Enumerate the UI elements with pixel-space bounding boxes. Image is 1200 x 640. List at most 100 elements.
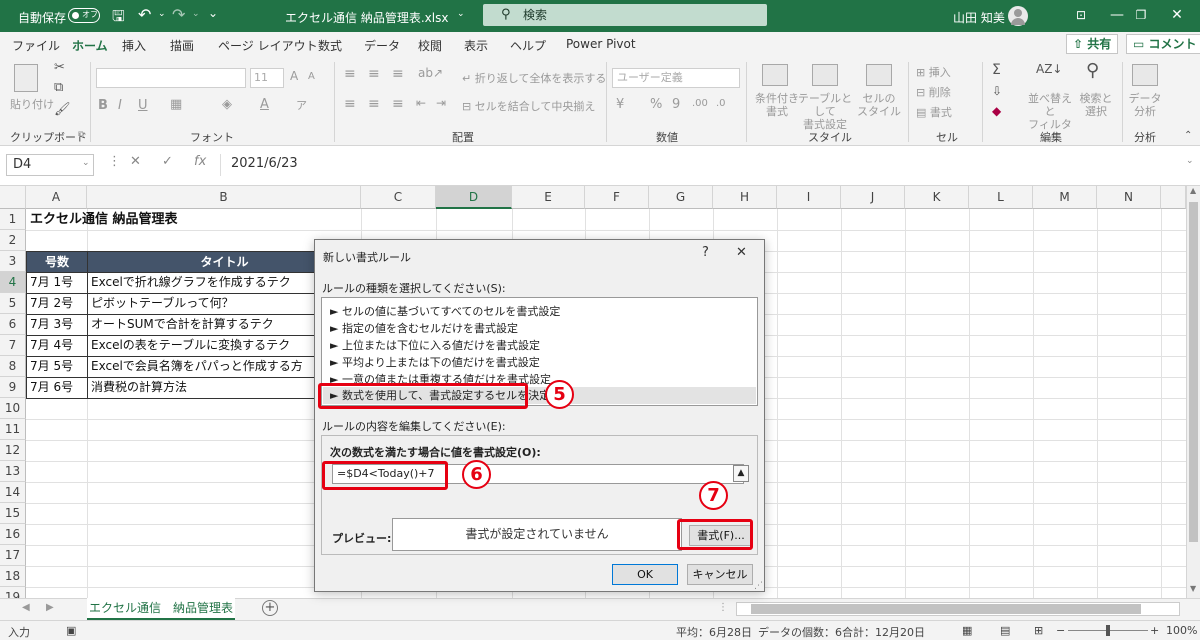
add-sheet-icon[interactable]: +	[262, 600, 278, 616]
search-input[interactable]: ⚲ 検索	[483, 4, 767, 26]
column-header[interactable]: H	[713, 186, 777, 209]
customize-qat-icon[interactable]: ⌄	[208, 6, 218, 20]
tab-data[interactable]: データ	[364, 37, 400, 54]
row-header[interactable]: 3	[0, 251, 26, 272]
vertical-scrollbar[interactable]: ▲ ▼	[1186, 186, 1200, 598]
zoom-level[interactable]: 100%	[1166, 624, 1197, 637]
tab-page-layout[interactable]: ページ レイアウト	[218, 37, 318, 54]
prev-sheet-icon[interactable]: ◀	[22, 602, 30, 613]
column-header[interactable]: I	[777, 186, 841, 209]
column-header[interactable]: J	[841, 186, 905, 209]
row-header[interactable]: 8	[0, 356, 26, 377]
row-header[interactable]: 16	[0, 524, 26, 545]
undo-icon[interactable]: ↶	[138, 5, 151, 24]
collapse-ribbon-icon[interactable]: ⌃	[1184, 130, 1192, 141]
table-header[interactable]: 号数	[26, 251, 88, 273]
column-header[interactable]: F	[585, 186, 649, 209]
align-right-icon[interactable]: ≡	[392, 96, 404, 112]
select-all-corner[interactable]	[0, 186, 26, 209]
cell-styles-label[interactable]: セルの スタイル	[856, 92, 902, 118]
comment-button[interactable]: ▭ コメント	[1126, 34, 1200, 54]
row-header[interactable]: 4	[0, 272, 26, 293]
format-cells-button[interactable]: ▤ 書式	[916, 104, 952, 120]
rule-type-item[interactable]: ► 平均より上または下の値だけを書式設定	[330, 354, 540, 370]
tab-review[interactable]: 校閲	[418, 37, 442, 54]
font-color-icon[interactable]: A	[260, 97, 269, 112]
undo-dropdown-icon[interactable]: ⌄	[158, 9, 166, 19]
column-header[interactable]: L	[969, 186, 1033, 209]
row-header[interactable]: 14	[0, 482, 26, 503]
table-cell[interactable]: 7月 3号	[26, 314, 88, 336]
align-center-icon[interactable]: ≡	[368, 96, 380, 112]
format-as-table-icon[interactable]	[812, 64, 838, 86]
column-header[interactable]: C	[361, 186, 436, 209]
align-top-icon[interactable]: ≡	[344, 66, 356, 82]
font-size-select[interactable]: 11	[250, 68, 284, 88]
avatar[interactable]	[1008, 6, 1028, 26]
table-cell[interactable]: 7月 5号	[26, 356, 88, 378]
align-bottom-icon[interactable]: ≡	[392, 66, 404, 82]
row-header[interactable]: 11	[0, 419, 26, 440]
column-header[interactable]: N	[1097, 186, 1161, 209]
rule-type-item[interactable]: ► セルの値に基づいてすべてのセルを書式設定	[330, 303, 560, 319]
column-header[interactable]: G	[649, 186, 713, 209]
cancel-edit-icon[interactable]: ✕	[130, 154, 141, 169]
number-format-select[interactable]: ユーザー定義	[612, 68, 740, 88]
table-cell[interactable]: 7月 6号	[26, 377, 88, 399]
help-icon[interactable]: ?	[702, 245, 709, 260]
decrease-indent-icon[interactable]: ⇤	[416, 96, 426, 110]
normal-view-icon[interactable]: ▦	[962, 624, 972, 637]
grow-font-icon[interactable]: A	[290, 69, 298, 83]
table-cell[interactable]: 7月 4号	[26, 335, 88, 357]
resize-grip-icon[interactable]: ⋰	[754, 581, 763, 591]
row-header[interactable]: 15	[0, 503, 26, 524]
column-header[interactable]: K	[905, 186, 969, 209]
tab-draw[interactable]: 描画	[170, 37, 194, 54]
close-window-icon[interactable]: ✕	[1154, 0, 1200, 32]
conditional-format-icon[interactable]	[762, 64, 788, 86]
decrease-decimal-icon[interactable]: .0	[716, 98, 726, 109]
find-select-label[interactable]: 検索と 選択	[1076, 92, 1116, 118]
row-header[interactable]: 1	[0, 209, 26, 230]
column-header[interactable]: E	[512, 186, 585, 209]
expand-formula-icon[interactable]: ⌄	[1186, 156, 1194, 166]
font-name-select[interactable]	[96, 68, 246, 88]
percent-icon[interactable]: %	[650, 97, 662, 112]
zoom-out-icon[interactable]: −	[1056, 624, 1065, 637]
confirm-edit-icon[interactable]: ✓	[162, 154, 173, 169]
orientation-icon[interactable]: ab↗	[418, 66, 443, 80]
tab-home[interactable]: ホーム	[72, 37, 108, 59]
splitter-icon[interactable]: ⋮	[718, 602, 728, 613]
column-header[interactable]: A	[26, 186, 87, 209]
scroll-down-icon[interactable]: ▼	[1190, 584, 1196, 593]
tab-power-pivot[interactable]: Power Pivot	[566, 37, 636, 51]
insert-cells-button[interactable]: ⊞ 挿入	[916, 64, 951, 80]
borders-icon[interactable]: ▦	[170, 97, 182, 112]
data-analysis-icon[interactable]	[1132, 64, 1158, 86]
formula-input[interactable]: 2021/6/23	[220, 154, 1186, 176]
scroll-thumb[interactable]	[1189, 202, 1198, 542]
table-cell[interactable]: 7月 1号	[26, 272, 88, 294]
column-header[interactable]: B	[87, 186, 361, 209]
tab-file[interactable]: ファイル	[12, 37, 60, 54]
table-cell[interactable]: 7月 2号	[26, 293, 88, 315]
autosave-toggle[interactable]: オフ	[68, 8, 100, 23]
tab-formulas[interactable]: 数式	[318, 37, 342, 54]
format-painter-icon[interactable]: 🖌	[54, 102, 71, 117]
zoom-slider-thumb[interactable]	[1106, 625, 1110, 636]
wrap-text-button[interactable]: ↵ 折り返して全体を表示する	[462, 70, 606, 86]
zoom-in-icon[interactable]: +	[1150, 624, 1159, 637]
row-header[interactable]: 13	[0, 461, 26, 482]
tab-view[interactable]: 表示	[464, 37, 488, 54]
sheet-tab-active[interactable]: エクセル通信 納品管理表	[87, 598, 235, 620]
redo-icon[interactable]: ↷	[172, 5, 185, 24]
copy-icon[interactable]: ⧉	[54, 80, 63, 95]
cancel-button[interactable]: キャンセル	[687, 564, 753, 585]
autosum-icon[interactable]: Σ	[992, 62, 1001, 78]
row-header[interactable]: 10	[0, 398, 26, 419]
underline-icon[interactable]: U	[138, 98, 148, 113]
macro-record-icon[interactable]: ▣	[66, 624, 76, 637]
horizontal-scrollbar[interactable]	[736, 602, 1180, 616]
bold-icon[interactable]: B	[98, 98, 108, 113]
page-break-view-icon[interactable]: ⊞	[1034, 624, 1043, 637]
